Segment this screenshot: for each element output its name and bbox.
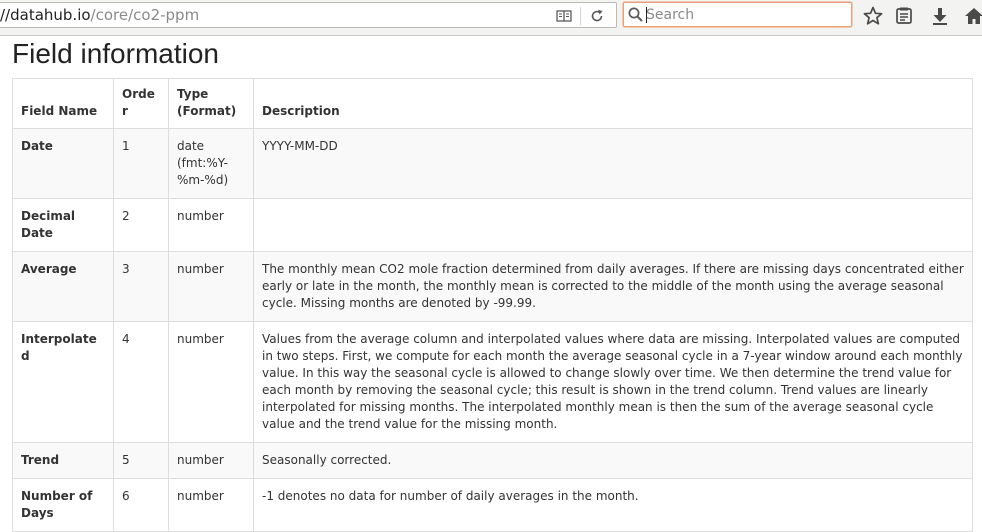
cell-description: The monthly mean CO2 mole fraction deter… bbox=[253, 251, 973, 322]
header-description: Description bbox=[253, 78, 973, 129]
reload-icon[interactable] bbox=[587, 6, 607, 26]
cell-description: YYYY-MM-DD bbox=[253, 128, 973, 199]
cell-description: Seasonally corrected. bbox=[253, 442, 973, 479]
header-type-format: Type (Format) bbox=[168, 78, 254, 129]
cell-type: number bbox=[168, 198, 254, 252]
download-icon[interactable] bbox=[929, 5, 951, 27]
text-caret bbox=[646, 7, 647, 23]
search-input[interactable] bbox=[646, 5, 846, 24]
cell-order: 5 bbox=[113, 442, 169, 479]
cell-order: 3 bbox=[113, 251, 169, 322]
cell-type: date (fmt:%Y-%m-%d) bbox=[168, 128, 254, 199]
reader-view-icon[interactable] bbox=[554, 6, 574, 26]
cell-field-name: Date bbox=[12, 128, 114, 199]
cell-description: Values from the average column and inter… bbox=[253, 321, 973, 443]
table-row: Number of Days 6 number -1 denotes no da… bbox=[12, 478, 973, 532]
search-icon bbox=[627, 6, 644, 23]
cell-description bbox=[253, 198, 973, 252]
url-bar[interactable]: //datahub.io/core/co2-ppm bbox=[0, 2, 617, 28]
cell-type: number bbox=[168, 321, 254, 443]
page-title: Field information bbox=[12, 38, 219, 69]
header-order: Order bbox=[113, 78, 169, 129]
cell-field-name: Interpolated bbox=[12, 321, 114, 443]
search-bar[interactable] bbox=[623, 2, 852, 27]
cell-type: number bbox=[168, 251, 254, 322]
table-row: Decimal Date 2 number bbox=[12, 198, 973, 252]
field-information-table: Field Name Order Type (Format) Descripti… bbox=[12, 78, 973, 532]
cell-type: number bbox=[168, 442, 254, 479]
table-row: Date 1 date (fmt:%Y-%m-%d) YYYY-MM-DD bbox=[12, 128, 973, 199]
cell-order: 2 bbox=[113, 198, 169, 252]
bookmark-star-icon[interactable] bbox=[862, 5, 884, 27]
cell-field-name: Average bbox=[12, 251, 114, 322]
table-row: Average 3 number The monthly mean CO2 mo… bbox=[12, 251, 973, 322]
cell-type: number bbox=[168, 478, 254, 532]
table-header-row: Field Name Order Type (Format) Descripti… bbox=[12, 78, 973, 129]
page-content: Field information Field Name Order Type … bbox=[0, 36, 982, 532]
cell-field-name: Decimal Date bbox=[12, 198, 114, 252]
cell-field-name: Number of Days bbox=[12, 478, 114, 532]
url-host: //datahub.io bbox=[0, 6, 91, 24]
table-row: Trend 5 number Seasonally corrected. bbox=[12, 442, 973, 479]
reading-list-icon[interactable] bbox=[893, 5, 915, 27]
browser-toolbar: //datahub.io/core/co2-ppm bbox=[0, 0, 982, 36]
cell-order: 1 bbox=[113, 128, 169, 199]
url-text[interactable]: //datahub.io/core/co2-ppm bbox=[0, 6, 199, 24]
cell-description: -1 denotes no data for number of daily a… bbox=[253, 478, 973, 532]
url-separator bbox=[580, 7, 581, 25]
table-row: Interpolated 4 number Values from the av… bbox=[12, 321, 973, 443]
cell-order: 4 bbox=[113, 321, 169, 443]
url-path: /core/co2-ppm bbox=[90, 6, 200, 24]
cell-field-name: Trend bbox=[12, 442, 114, 479]
cell-order: 6 bbox=[113, 478, 169, 532]
home-icon[interactable] bbox=[963, 5, 982, 27]
header-field-name: Field Name bbox=[12, 78, 114, 129]
